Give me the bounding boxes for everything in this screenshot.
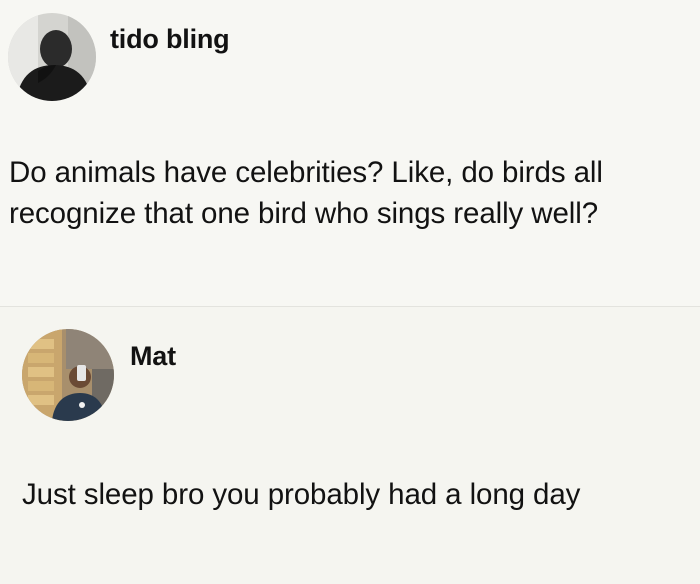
username[interactable]: Mat	[130, 341, 176, 372]
avatar[interactable]	[8, 13, 96, 101]
user-avatar-icon	[8, 13, 96, 101]
user-avatar-icon	[22, 329, 114, 421]
post-text: Just sleep bro you probably had a long d…	[22, 478, 581, 511]
username[interactable]: tido bling	[110, 24, 230, 55]
post-tido-bling: tido bling Do animals have celebrities? …	[0, 0, 700, 306]
avatar[interactable]	[22, 329, 114, 421]
post-mat: Mat Just sleep bro you probably had a lo…	[0, 307, 700, 584]
post-text: Do animals have celebrities? Like, do bi…	[9, 156, 603, 230]
